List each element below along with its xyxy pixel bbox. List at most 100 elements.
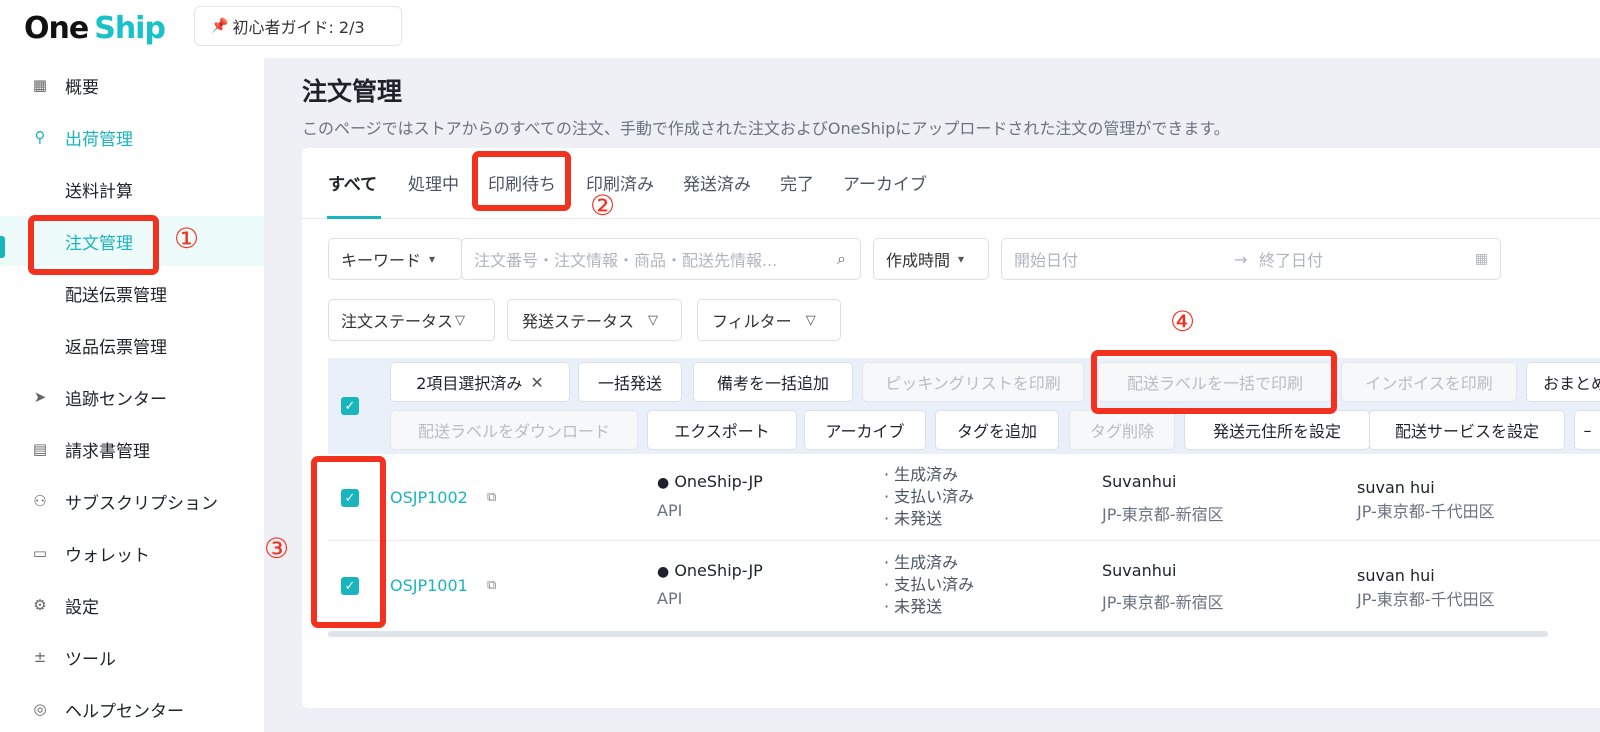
oneship-logo[interactable]: One Ship [24, 8, 166, 48]
bulk-add-note-button[interactable]: 備考を一括追加 [693, 362, 853, 402]
tab-completed[interactable]: 完了 [780, 170, 814, 195]
sidebar-item-label: サブスクリプション [65, 493, 218, 514]
row-divider [328, 540, 1600, 541]
tabs-divider [302, 218, 1600, 219]
annotation-box-order-management [28, 215, 159, 275]
remove-tag-button[interactable]: タグ削除 [1069, 410, 1175, 450]
copy-icon[interactable]: ⧉ [487, 578, 496, 593]
sidebar-item-label: 概要 [65, 77, 99, 98]
order-id-link[interactable]: OSJP1001 [390, 576, 468, 595]
set-sender-address-button[interactable]: 発送元住所を設定 [1184, 410, 1370, 450]
arrow-right-icon: → [1234, 249, 1248, 269]
filter-label: フィルター [712, 312, 792, 331]
sidebar-item-label: 追跡センター [65, 389, 167, 410]
more-filters-button[interactable]: フィルター ▽ [697, 299, 841, 341]
selected-count-label: 2項目選択済み [416, 374, 523, 393]
dash-icon: – [1583, 420, 1592, 440]
filter-icon: ▽ [648, 312, 659, 328]
horizontal-scrollbar[interactable] [328, 631, 1548, 637]
chevron-down-icon: ▾ [958, 252, 965, 266]
sidebar-item-overview[interactable]: ▦ 概要 [0, 60, 264, 110]
status-not-shipped: · 未発送 [884, 509, 943, 528]
selected-count-clear-button[interactable]: 2項目選択済み ✕ [390, 362, 570, 402]
copy-icon[interactable]: ⧉ [487, 490, 496, 505]
keyword-select[interactable]: キーワード ▾ [328, 238, 462, 280]
logo-one-text: One [24, 10, 89, 46]
export-button[interactable]: エクスポート [647, 410, 797, 450]
channel-cell: API [657, 589, 683, 608]
set-shipping-service-button[interactable]: 配送サービスを設定 [1369, 410, 1565, 450]
sidebar-item-tools[interactable]: ± ツール [0, 632, 264, 682]
order-id-link[interactable]: OSJP1002 [390, 488, 468, 507]
sidebar-item-label: 出荷管理 [65, 129, 133, 150]
status-paid: · 支払い済み [884, 575, 975, 594]
date-type-select[interactable]: 作成時間 ▾ [873, 238, 989, 280]
print-picking-list-button[interactable]: ピッキングリストを印刷 [862, 362, 1084, 402]
sidebar-item-help[interactable]: ◎ ヘルプセンター [0, 684, 264, 732]
annotation-box-row-checkboxes [311, 456, 386, 628]
archive-button[interactable]: アーカイブ [804, 410, 926, 450]
sidebar-item-shipping[interactable]: ⚲ 出荷管理 [0, 112, 264, 162]
annotation-number-4: ④ [1170, 305, 1196, 338]
sidebar-item-invoices[interactable]: ▤ 請求書管理 [0, 424, 264, 474]
store-name: OneShip-JP [674, 472, 763, 491]
sender-area: JP-東京都-新宿区 [1102, 505, 1224, 524]
sidebar-item-label: ウォレット [65, 545, 150, 566]
select-all-checkbox[interactable]: ✓ [341, 397, 359, 415]
chevron-down-icon: ▾ [429, 252, 436, 266]
status-not-shipped: · 未発送 [884, 597, 943, 616]
search-input[interactable]: 注文番号・注文情報・商品・配送先情報... ⌕ [461, 238, 861, 280]
top-bar: One Ship 📌 初心者ガイド: 2/3 [0, 0, 1600, 58]
page-title: 注文管理 [302, 77, 403, 106]
tab-shipped[interactable]: 発送済み [683, 170, 751, 195]
store-name: OneShip-JP [674, 561, 763, 580]
sidebar-item-shipping-calc[interactable]: 送料計算 [0, 164, 264, 214]
tab-all[interactable]: すべて [328, 170, 377, 195]
sidebar-item-wallet[interactable]: ▭ ウォレット [0, 528, 264, 578]
wallet-icon: ▭ [32, 544, 48, 562]
keyword-label: キーワード [341, 251, 422, 270]
sender-name: Suvanhui [1102, 472, 1177, 491]
sidebar-item-label: ツール [65, 649, 116, 670]
store-logo-icon: ● [657, 564, 670, 580]
date-range-picker[interactable]: 開始日付 → 終了日付 ▦ [1001, 238, 1501, 280]
tab-archive[interactable]: アーカイブ [843, 170, 927, 195]
end-date-field[interactable]: 終了日付 [1259, 247, 1323, 271]
bulk-ship-button[interactable]: 一括発送 [578, 362, 682, 402]
search-placeholder: 注文番号・注文情報・商品・配送先情報... [474, 251, 778, 270]
store-cell: ● OneShip-JP [657, 472, 763, 491]
sidebar-item-label: ヘルプセンター [65, 701, 184, 722]
sidebar-item-subscription[interactable]: ⚇ サブスクリプション [0, 476, 264, 526]
sidebar-item-label: 請求書管理 [65, 441, 150, 462]
download-labels-button[interactable]: 配送ラベルをダウンロード [390, 410, 638, 450]
sidebar-item-settings[interactable]: ⚙ 設定 [0, 580, 264, 630]
guide-label: 初心者ガイド: 2/3 [232, 18, 365, 37]
more-actions-button[interactable]: – [1574, 410, 1600, 450]
tab-processing[interactable]: 処理中 [408, 170, 459, 195]
add-tag-button[interactable]: タグを追加 [935, 410, 1059, 450]
status-generated: · 生成済み [884, 465, 959, 484]
search-icon: ⌕ [837, 249, 846, 268]
sidebar-selection-indicator [0, 236, 5, 258]
sidebar-item-label: 返品伝票管理 [65, 337, 167, 358]
sidebar-item-return-waybill[interactable]: 返品伝票管理 [0, 320, 264, 370]
sidebar-item-label: 送料計算 [65, 181, 133, 202]
ship-status-filter[interactable]: 発送ステータス ▽ [507, 299, 682, 341]
status-list: · 生成済み · 支払い済み · 未発送 [884, 464, 974, 530]
order-status-filter[interactable]: 注文ステータス ▽ [328, 299, 495, 341]
print-invoice-button[interactable]: インボイスを印刷 [1341, 362, 1517, 402]
ship-status-label: 発送ステータス [522, 312, 635, 331]
start-date-field[interactable]: 開始日付 [1014, 247, 1078, 271]
status-paid: · 支払い済み [884, 487, 975, 506]
filter-icon: ▽ [805, 312, 816, 328]
tools-icon: ± [33, 648, 47, 666]
calendar-icon: ▦ [1474, 251, 1488, 267]
sidebar-item-tracking[interactable]: ➤ 追跡センター [0, 372, 264, 422]
send-icon: ➤ [33, 388, 47, 406]
status-list: · 生成済み · 支払い済み · 未発送 [884, 552, 974, 618]
beginner-guide-button[interactable]: 📌 初心者ガイド: 2/3 [194, 6, 402, 46]
merge-orders-button[interactable]: おまとめ [1526, 362, 1600, 402]
filter-icon: ▽ [455, 312, 466, 328]
sidebar-item-label: 配送伝票管理 [65, 285, 167, 306]
sidebar-item-waybill-management[interactable]: 配送伝票管理 [0, 268, 264, 318]
